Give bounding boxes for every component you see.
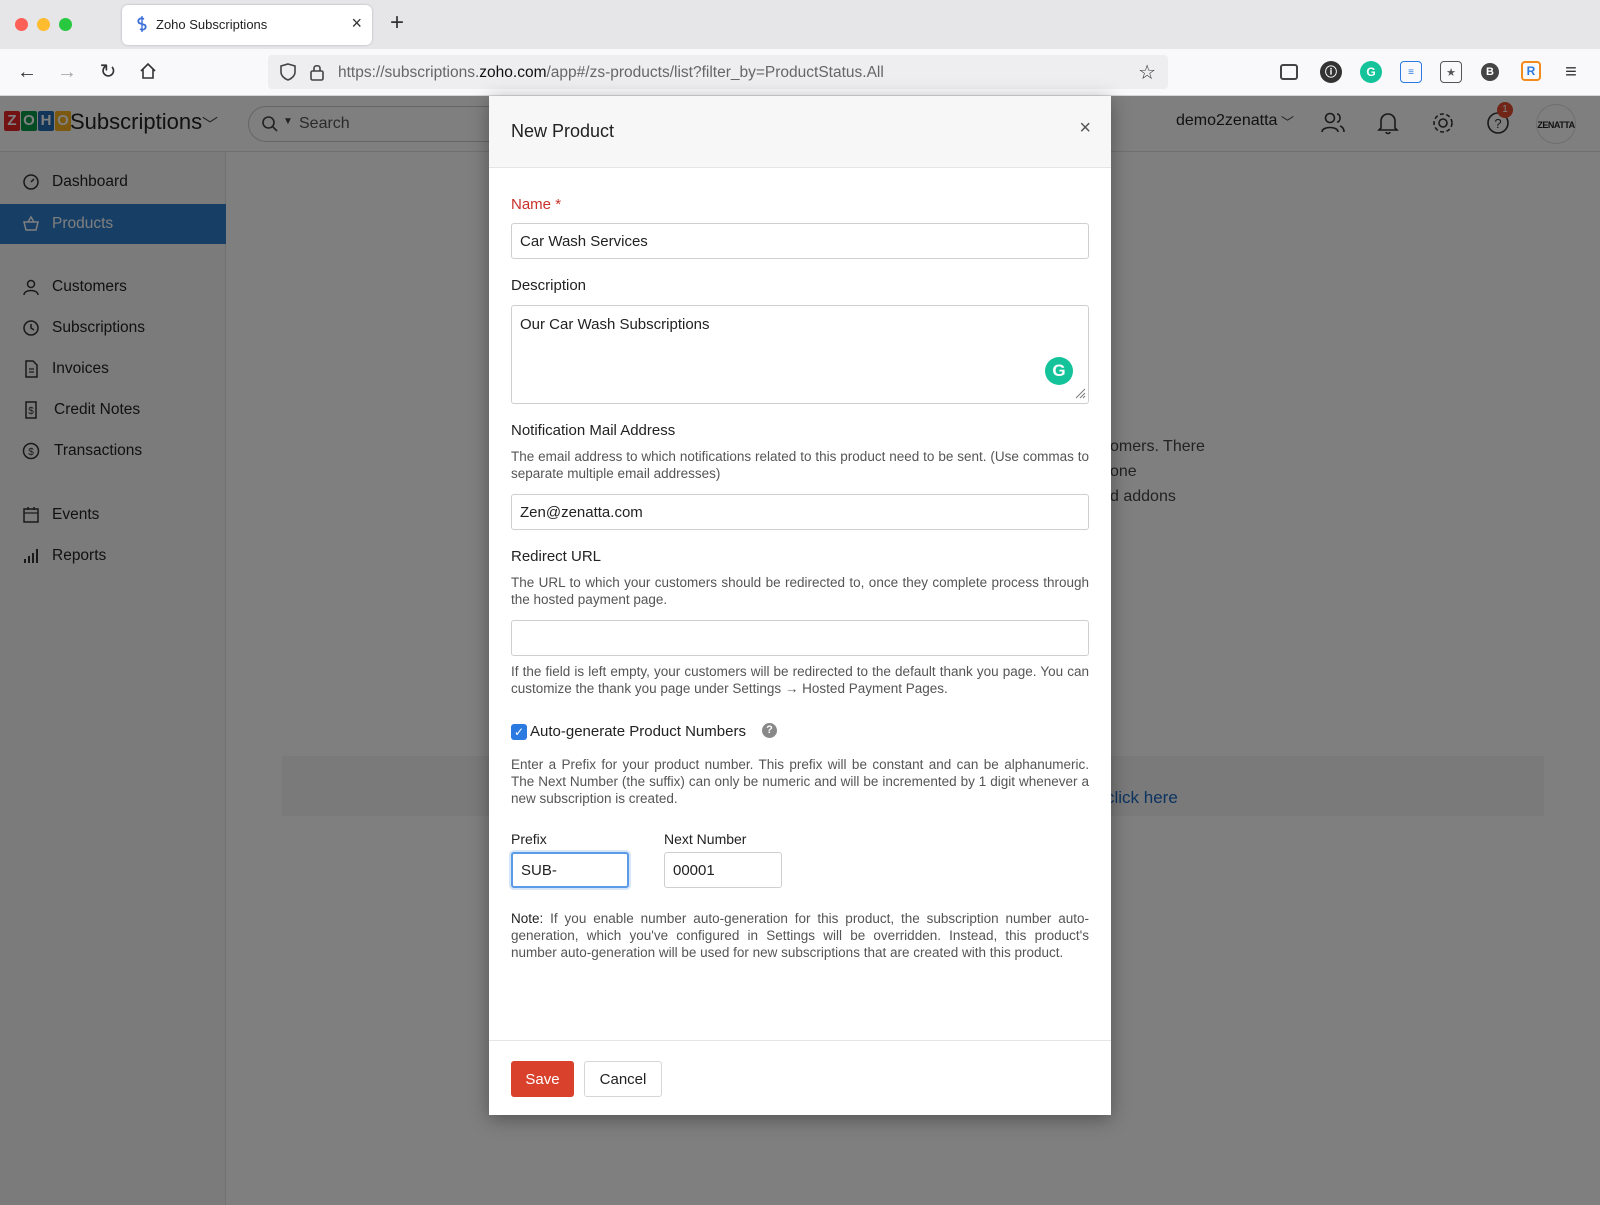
prefix-field[interactable] [511,852,629,888]
new-tab-icon[interactable]: + [390,11,404,35]
b-extension-icon[interactable]: B [1481,63,1499,81]
url-text[interactable]: https://subscriptions.zoho.com/app#/zs-p… [338,64,884,82]
prefix-label: Prefix [511,831,547,847]
auto-generate-help: Enter a Prefix for your product number. … [511,757,1089,806]
redirect-url-footer-help: If the field is left empty, your custome… [511,664,1089,696]
resize-handle-icon[interactable] [1074,386,1086,399]
notification-mail-help: The email address to which notifications… [511,449,1089,481]
screen-capture-extension-icon[interactable]: ≡ [1400,61,1422,83]
modal-footer: Save Cancel [489,1040,1111,1115]
auto-generate-label[interactable]: Auto-generate Product Numbers [530,723,746,740]
description-label: Description [511,277,587,294]
modal-title: New Product [511,121,615,141]
notification-mail-label: Notification Mail Address [511,422,676,439]
r-extension-icon[interactable]: R [1521,61,1541,81]
notification-email-field[interactable] [511,494,1089,530]
grammarly-extension-icon[interactable]: G [1360,61,1382,83]
question-help-icon[interactable]: ? [762,723,777,738]
window-close-button[interactable] [15,18,28,31]
home-icon[interactable] [137,61,159,83]
tab-close-icon[interactable]: × [351,13,362,34]
menu-hamburger-icon[interactable]: ≡ [1560,61,1582,83]
next-number-field[interactable] [664,852,782,888]
redirect-url-label: Redirect URL [511,548,602,565]
redirect-url-help: The URL to which your customers should b… [511,575,1089,607]
tracking-shield-icon[interactable] [278,62,298,82]
zoho-subscriptions-favicon-icon [134,16,150,32]
address-bar[interactable]: https://subscriptions.zoho.com/app#/zs-p… [268,55,1168,89]
bookmark-extension-icon[interactable]: ★ [1440,61,1462,83]
save-button[interactable]: Save [511,1061,574,1097]
redirect-url-field[interactable] [511,620,1089,656]
password-manager-icon[interactable]: ⓘ [1320,61,1342,83]
forward-arrow-icon[interactable]: → [56,61,78,83]
window-minimize-button[interactable] [37,18,50,31]
auto-generate-checkbox[interactable]: ✓ [511,724,527,740]
bookmark-star-icon[interactable]: ☆ [1138,60,1156,85]
close-icon[interactable]: × [1079,118,1091,138]
browser-tab[interactable]: Zoho Subscriptions × [122,5,372,45]
name-field[interactable] [511,223,1089,259]
reload-icon[interactable]: ↻ [97,61,119,83]
next-number-label: Next Number [664,831,747,847]
name-label: Name * [511,196,562,213]
pocket-icon[interactable] [1280,64,1298,80]
description-field[interactable]: Our Car Wash Subscriptions [511,305,1089,404]
modal-header: New Product × [489,96,1111,168]
auto-generation-note: Note: If you enable number auto-generati… [511,911,1089,960]
browser-toolbar: ← → ↻ https://subscriptions.zoho.com/app… [0,49,1600,96]
grammarly-icon[interactable]: G [1045,357,1073,385]
window-zoom-button[interactable] [59,18,72,31]
cancel-button[interactable]: Cancel [584,1061,662,1097]
lock-icon[interactable] [308,62,326,82]
back-arrow-icon[interactable]: ← [16,61,38,83]
new-product-modal: New Product × Name * Description Our Car… [489,96,1111,1115]
browser-tab-bar: Zoho Subscriptions × + [0,0,1600,49]
tab-title: Zoho Subscriptions [156,17,268,32]
